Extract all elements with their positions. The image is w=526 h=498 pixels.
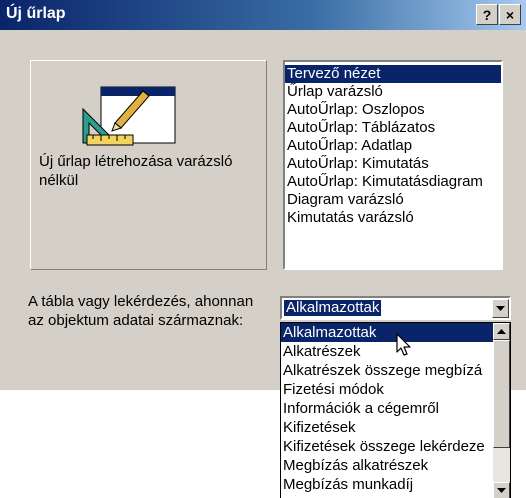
source-combo-value[interactable]: Alkalmazottak [284, 300, 382, 316]
dropdown-item[interactable]: Alkatrészek összege megbízá [281, 361, 493, 380]
method-item-autoform-pivotchart[interactable]: AutoŰrlap: Kimutatásdiagram [285, 173, 501, 191]
method-list[interactable]: Tervező nézet Űrlap varázsló AutoŰrlap: … [283, 60, 503, 270]
method-item-design-view[interactable]: Tervező nézet [285, 65, 501, 83]
chevron-down-icon [496, 306, 505, 311]
form-design-icon [82, 86, 176, 146]
dropdown-item[interactable]: Alkalmazottak [281, 323, 493, 342]
source-label: A tábla vagy lekérdezés, ahonnan az obje… [28, 293, 254, 329]
source-dropdown-button[interactable] [492, 299, 509, 318]
preview-caption: Új űrlap létrehozása varázsló nélkül [39, 153, 233, 189]
preview-panel: Új űrlap létrehozása varázsló nélkül [30, 60, 267, 270]
method-item-autoform-columnar[interactable]: AutoŰrlap: Oszlopos [285, 101, 501, 119]
method-item-autoform-datasheet[interactable]: AutoŰrlap: Adatlap [285, 137, 501, 155]
close-button[interactable]: × [499, 4, 521, 25]
dropdown-item[interactable]: Kifizetések összege lekérdeze [281, 437, 493, 456]
dropdown-item[interactable]: Alkatrészek [281, 342, 493, 361]
dropdown-item[interactable]: Információk a cégemről [281, 399, 493, 418]
scroll-down-button[interactable] [493, 482, 510, 498]
dropdown-item[interactable]: Megbízás alkatrészek [281, 456, 493, 475]
method-item-form-wizard[interactable]: Űrlap varázsló [285, 83, 501, 101]
window-title: Új űrlap [6, 5, 66, 22]
dropdown-scrollbar[interactable] [493, 323, 510, 498]
help-button[interactable]: ? [476, 4, 498, 25]
title-bar[interactable]: Új űrlap ? × [0, 0, 526, 30]
scroll-thumb[interactable] [493, 340, 510, 448]
mouse-pointer-icon [396, 333, 411, 356]
method-item-pivottable-wizard[interactable]: Kimutatás varázsló [285, 209, 501, 227]
dropdown-item[interactable]: Megbízás munkadíj [281, 475, 493, 494]
method-item-chart-wizard[interactable]: Diagram varázsló [285, 191, 501, 209]
chevron-down-icon [497, 488, 506, 493]
method-item-autoform-tabular[interactable]: AutoŰrlap: Táblázatos [285, 119, 501, 137]
method-item-autoform-pivottable[interactable]: AutoŰrlap: Kimutatás [285, 155, 501, 173]
dropdown-item[interactable]: Kifizetések [281, 418, 493, 437]
chevron-up-icon [497, 329, 506, 334]
dropdown-item[interactable]: Fizetési módok [281, 380, 493, 399]
scroll-up-button[interactable] [493, 323, 510, 340]
source-combo[interactable]: Alkalmazottak [280, 296, 511, 320]
